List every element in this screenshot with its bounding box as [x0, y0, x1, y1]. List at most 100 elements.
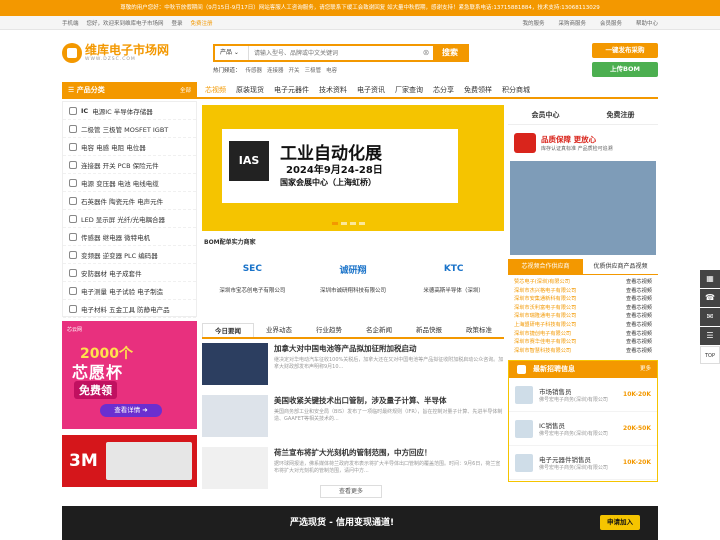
topnav-link[interactable]: 采购商服务 — [558, 19, 586, 27]
tab-industry[interactable]: 业界动态 — [254, 323, 304, 337]
category-header[interactable]: ☰ 产品分类 全部 — [62, 82, 197, 97]
security-icon — [69, 268, 77, 277]
supplier-row[interactable]: 深圳市沃利富电子有限公司 查看芯视频 — [514, 304, 652, 313]
topnav-link[interactable]: 我的服务 — [522, 19, 544, 27]
hot-item[interactable]: 开关 — [289, 66, 300, 74]
category-item[interactable]: 连接器 开关 PCB 保险元件 — [63, 156, 196, 174]
tab-trend[interactable]: 行业趋势 — [304, 323, 354, 337]
brand-3m: 3M — [69, 451, 98, 471]
category-item[interactable]: 电源 变压器 电池 电线电缆 — [63, 174, 196, 192]
tab-quality-videos[interactable]: 优质供应商产品视频 — [583, 259, 658, 274]
news-item[interactable]: 加拿大对中国电池等产品拟加征附加税启动 继决定对华电动汽车征收100%关税后，加拿… — [202, 343, 504, 391]
jobs-more-link[interactable]: 更多 — [640, 361, 651, 378]
hot-item[interactable]: 连接器 — [267, 66, 284, 74]
bom-merchant[interactable]: SEC 深圳市宝芯创电子有限公司 — [202, 256, 303, 306]
free-register-tab[interactable]: 免费注册 — [583, 105, 658, 124]
banner-dot[interactable] — [341, 222, 347, 225]
search-category-select[interactable]: 产品 ⌄ — [215, 46, 249, 60]
clear-icon[interactable]: ⊗ — [419, 46, 433, 60]
nav-item-video[interactable]: 芯视频 — [205, 85, 226, 95]
nav-item[interactable]: 免费领样 — [464, 85, 492, 95]
upload-bom-button[interactable]: 上传BOM — [592, 62, 658, 77]
site-logo[interactable]: 维库电子市场网 WWW.DZSC.COM — [62, 43, 169, 63]
banner-dot[interactable] — [359, 222, 365, 225]
company-icon — [515, 453, 533, 472]
topnav-link[interactable]: 帮助中心 — [636, 19, 658, 27]
main-banner[interactable]: IAS 工业自动化展 2024年9月24-28日 国家会展中心（上海虹桥） — [202, 105, 504, 231]
search-input[interactable] — [249, 46, 419, 60]
all-categories-link[interactable]: 全部 — [180, 86, 191, 94]
mail-icon[interactable]: ✉ — [700, 308, 720, 326]
category-item[interactable]: 石英器件 陶瓷元件 电声元件 — [63, 192, 196, 210]
job-item[interactable]: 电子元器件销售员 佛号宏电子商务(深圳)有限公司 10K-20K — [509, 446, 657, 481]
category-item[interactable]: 电子材料 五金工具 防静电产品 — [63, 300, 196, 318]
nav-item[interactable]: 电子元器件 — [274, 85, 309, 95]
supplier-row[interactable]: 深圳市赛华佳电子有限公司 查看芯视频 — [514, 338, 652, 347]
apply-join-button[interactable]: 申请加入 — [600, 515, 640, 530]
tab-today[interactable]: 今日要闻 — [202, 323, 254, 337]
category-item[interactable]: IC 电源IC 半导体存储器 — [63, 102, 196, 120]
supplier-row[interactable]: 深圳市安集通新科有限公司 查看芯视频 — [514, 295, 652, 304]
floating-toolbar: ▦ ☎ ✉ ☰ TOP — [700, 270, 720, 365]
bom-merchant[interactable]: 诚研翔 深圳市诚研翔科技有限公司 — [303, 256, 404, 306]
ad-details-button[interactable]: 查看详情 ➜ — [100, 404, 162, 417]
news-item[interactable]: 美国收紧关键技术出口管制，涉及量子计算、半导体 美国商务部工业和安全局（BIS）发… — [202, 395, 504, 443]
news-thumbnail — [202, 395, 268, 437]
news-thumbnail — [202, 343, 268, 385]
list-icon[interactable]: ☰ — [700, 327, 720, 345]
hot-item[interactable]: 传感器 — [246, 66, 263, 74]
capacitor-icon — [69, 142, 77, 151]
promo-ad-3m[interactable]: 3M — [62, 435, 197, 487]
quality-banner[interactable]: 品质保障 更放心 库存认证真标准 产品质检可追溯 — [508, 125, 658, 161]
login-link[interactable]: 登录 — [172, 19, 183, 27]
supplier-row[interactable]: 深圳市捷创电子有限公司 查看芯视频 — [514, 330, 652, 339]
member-center-tab[interactable]: 会员中心 — [508, 105, 583, 124]
nav-item[interactable]: 积分商城 — [502, 85, 530, 95]
nav-item[interactable]: 电子资讯 — [357, 85, 385, 95]
supplier-row[interactable]: 赞芯电子(深圳)有限公司 查看芯视频 — [514, 278, 652, 287]
bom-merchant[interactable]: KTC 米德高斯半导体（深圳） — [403, 256, 504, 306]
category-item[interactable]: 电容 电感 电阻 电位器 — [63, 138, 196, 156]
supplier-row[interactable]: 深圳市杰兴格电子有限公司 查看芯视频 — [514, 287, 652, 296]
hot-item[interactable]: 三极管 — [305, 66, 322, 74]
category-item[interactable]: 电子测量 电子试验 电子制造 — [63, 282, 196, 300]
register-link[interactable]: 免费注册 — [191, 19, 213, 27]
hot-item[interactable]: 电容 — [326, 66, 337, 74]
category-item[interactable]: 传感器 继电器 微特电机 — [63, 228, 196, 246]
phone-icon[interactable]: ☎ — [700, 289, 720, 307]
category-item[interactable]: 安防器材 电子成套件 — [63, 264, 196, 282]
supplier-row[interactable]: 深圳市智慧科技有限公司 查看芯视频 — [514, 347, 652, 356]
qr-icon[interactable]: ▦ — [700, 270, 720, 288]
banner-dot[interactable] — [332, 222, 338, 225]
publish-purchase-button[interactable]: 一键发布采购 — [592, 43, 658, 58]
category-item[interactable]: 二极管 三极管 MOSFET IGBT — [63, 120, 196, 138]
nav-item[interactable]: 厂家查询 — [395, 85, 423, 95]
job-item[interactable]: IC销售员 佛号宏电子商务(深圳)有限公司 20K-50K — [509, 412, 657, 447]
job-item[interactable]: 市场销售员 佛号宏电子商务(深圳)有限公司 10K-20K — [509, 378, 657, 413]
nav-item[interactable]: 原装现货 — [236, 85, 264, 95]
bottom-banner[interactable]: 严选现货 - 信用变现通道! 申请加入 — [62, 506, 658, 540]
nav-item[interactable]: 芯分享 — [433, 85, 454, 95]
promo-photo[interactable] — [510, 161, 656, 255]
mobile-link[interactable]: 手机端 — [62, 19, 79, 27]
promo-ad-xinyuanbei[interactable]: 芯云网 2000个 芯愿杯 免费领 查看详情 ➜ — [62, 321, 197, 429]
nav-item[interactable]: 技术资料 — [319, 85, 347, 95]
banner-dot[interactable] — [350, 222, 356, 225]
view-more-button[interactable]: 查看更多 — [320, 485, 382, 498]
category-item[interactable]: LED 显示屏 光纤/光电耦合器 — [63, 210, 196, 228]
tab-video-suppliers[interactable]: 芯视频合作供应商 — [508, 259, 583, 274]
tab-enterprise[interactable]: 名企新闻 — [354, 323, 404, 337]
meter-icon — [69, 286, 77, 295]
supplier-row[interactable]: 深圳市瑞隆通电子有限公司 查看芯视频 — [514, 312, 652, 321]
back-to-top-button[interactable]: TOP — [700, 346, 720, 364]
tab-new-products[interactable]: 新品快报 — [404, 323, 454, 337]
category-item[interactable]: 变频器 逆变器 PLC 编码器 — [63, 246, 196, 264]
topnav-link[interactable]: 会员服务 — [600, 19, 622, 27]
main-nav: ☰ 产品分类 全部 芯视频 原装现货 电子元器件 技术资料 电子资讯 厂家查询 … — [62, 82, 658, 99]
supplier-row[interactable]: 上海盟研电子科技有限公司 查看芯视频 — [514, 321, 652, 330]
notice-bar: 尊敬的用户您好：中秋节放假期间（9月15日-9月17日）网站客服人工咨询服务，请… — [0, 0, 720, 16]
megaphone-icon — [514, 133, 536, 153]
search-button[interactable]: 搜索 — [433, 46, 467, 60]
logo-domain: WWW.DZSC.COM — [85, 57, 136, 62]
tab-policy[interactable]: 政策标准 — [454, 323, 504, 337]
